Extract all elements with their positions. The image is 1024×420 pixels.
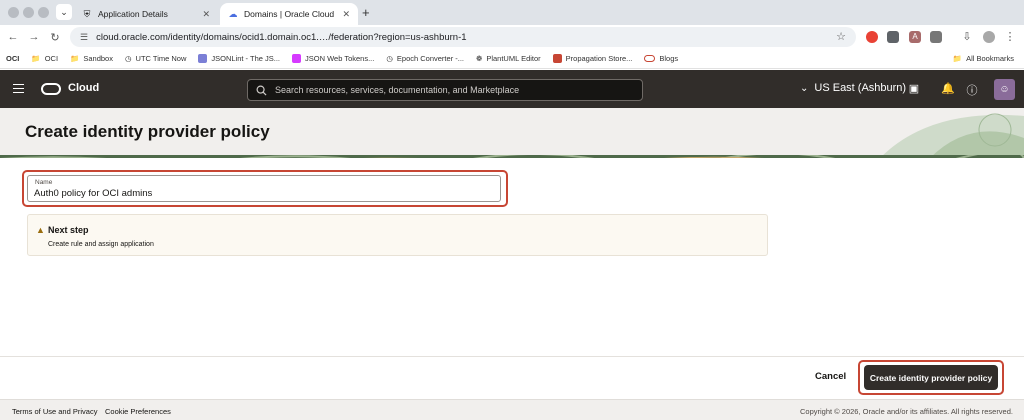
tab-search-chevron-icon[interactable]: ⌄	[56, 4, 72, 20]
bookmark-star-icon[interactable]: ☆	[836, 30, 846, 43]
bookmark-oci-prefix[interactable]: OCI	[6, 54, 19, 63]
chrome-extension-icon[interactable]	[866, 31, 878, 43]
bookmark-item[interactable]: ◷ Epoch Converter -...	[386, 54, 464, 63]
action-bar: Cancel Create identity provider policy	[0, 356, 1024, 399]
jwt-icon	[292, 54, 302, 63]
name-field-highlight	[22, 170, 508, 207]
bookmark-label: OCI	[6, 54, 20, 63]
user-avatar-icon[interactable]: ☺	[994, 79, 1015, 100]
tab-domains[interactable]: ☁ Domains | Oracle Cloud Infras ✕	[220, 3, 358, 25]
download-icon[interactable]: ⇩	[961, 31, 973, 43]
a-extension-icon[interactable]: A	[909, 31, 921, 43]
copyright-text: Copyright © 2026, Oracle and/or its affi…	[800, 407, 1013, 416]
search-icon	[256, 85, 267, 96]
bookmark-item[interactable]: ◷ UTC Time Now	[125, 54, 186, 63]
clock-icon: ◷	[386, 54, 393, 63]
notifications-bell-icon[interactable]: 🔔	[941, 82, 955, 95]
site-info-icon[interactable]: ☰	[80, 32, 88, 43]
reload-icon[interactable]: ↻	[48, 31, 62, 44]
create-button-highlight	[858, 360, 1004, 395]
bookmark-label: PlantUML Editor	[486, 54, 541, 63]
search-input[interactable]	[275, 85, 635, 95]
new-tab-icon[interactable]: +	[362, 5, 370, 20]
shield-icon: ⛨	[83, 8, 91, 19]
cloud-icon: ☁	[228, 8, 238, 19]
bookmark-item[interactable]: JSON Web Tokens...	[292, 54, 374, 63]
cloud-shell-icon[interactable]: ▣	[907, 82, 921, 95]
next-step-title: Next step	[48, 225, 89, 235]
jsonlint-icon	[198, 54, 208, 63]
folder-icon: 📁	[70, 54, 80, 63]
folder-icon: 📁	[952, 54, 963, 63]
cookie-preferences-link[interactable]: Cookie Preferences	[105, 407, 171, 416]
header-pattern-strip	[0, 151, 1024, 158]
bookmark-item[interactable]: Blogs	[644, 54, 678, 63]
bookmarks-bar: OCI 📁 OCI 📁 Sandbox ◷ UTC Time Now JSONLint…	[0, 49, 1024, 69]
cancel-button[interactable]: Cancel	[815, 371, 846, 382]
oci-header: Cloud ⌄ US East (Ashburn) ▣ 🔔 ⓘ ☺	[0, 70, 1024, 108]
clock-icon: ◷	[124, 54, 132, 63]
tab-title: Application Details	[98, 9, 168, 19]
form-content: Name ▲ Next step Create rule and assign …	[0, 158, 1024, 356]
propagation-icon	[552, 54, 562, 63]
all-bookmarks[interactable]: 📁 All Bookmarks	[953, 54, 1014, 63]
region-selector[interactable]: ⌄ US East (Ashburn)	[800, 82, 906, 94]
back-icon[interactable]: ←	[6, 31, 20, 43]
bookmark-label: Propagation Store...	[565, 54, 633, 63]
help-icon[interactable]: ⓘ	[965, 82, 979, 98]
bookmark-item[interactable]: JSONLint - The JS...	[198, 54, 280, 63]
plantuml-icon: ❁	[476, 54, 483, 63]
tab-application-details[interactable]: ⛨ Application Details ✕	[74, 3, 218, 25]
extensions-icon[interactable]	[930, 31, 942, 43]
oracle-logo-icon[interactable]	[41, 83, 61, 95]
bookmark-label: JSONLint - The JS...	[211, 54, 281, 63]
bookmark-label: UTC Time Now	[135, 54, 187, 63]
bookmark-item[interactable]: Propagation Store...	[552, 54, 633, 63]
bookmark-label: Sandbox	[83, 54, 113, 63]
close-icon[interactable]: ✕	[202, 9, 210, 20]
brand-name: Cloud	[68, 82, 100, 94]
tab-title: Domains | Oracle Cloud Infras	[244, 9, 336, 19]
terms-link[interactable]: Terms of Use and Privacy	[12, 407, 97, 416]
bookmark-item[interactable]: 📁 Sandbox	[70, 54, 113, 63]
chevron-down-icon: ⌄	[800, 82, 809, 94]
global-search[interactable]	[247, 79, 643, 101]
browser-toolbar: ← → ↻ ☰ cloud.oracle.com/identity/domain…	[0, 25, 1024, 49]
bookmark-item[interactable]: ❁ PlantUML Editor	[476, 54, 541, 63]
region-label: US East (Ashburn)	[814, 82, 907, 94]
oracle-icon	[644, 55, 656, 62]
address-bar[interactable]: ☰ cloud.oracle.com/identity/domains/ocid…	[70, 27, 856, 47]
url-text: cloud.oracle.com/identity/domains/ocid1.…	[96, 31, 467, 43]
all-bookmarks-label: All Bookmarks	[966, 54, 1014, 63]
profile-avatar-icon[interactable]	[983, 31, 995, 43]
window-close-control[interactable]	[8, 7, 19, 18]
bookmark-label: Epoch Converter -...	[396, 54, 465, 63]
page-footer: Terms of Use and Privacy Cookie Preferen…	[0, 399, 1024, 420]
puzzle-extension-icon[interactable]	[887, 31, 899, 43]
next-step-message: ▲ Next step Create rule and assign appli…	[27, 214, 768, 256]
bookmark-item[interactable]: 📁 OCI	[31, 54, 58, 63]
browser-tab-strip: ⌄ ⛨ Application Details ✕ ☁ Domains | Or…	[0, 0, 1024, 25]
page-title: Create identity provider policy	[25, 122, 270, 141]
forward-icon[interactable]: →	[27, 31, 41, 43]
bookmark-label: Blogs	[659, 54, 679, 63]
folder-icon: 📁	[31, 54, 41, 63]
more-menu-icon[interactable]: ⋮	[1004, 31, 1016, 43]
warning-icon: ▲	[36, 225, 45, 235]
hamburger-menu-icon[interactable]	[13, 84, 24, 93]
next-step-description: Create rule and assign application	[48, 241, 154, 248]
bookmark-label: JSON Web Tokens...	[305, 54, 375, 63]
window-zoom-control[interactable]	[38, 7, 49, 18]
close-icon[interactable]: ✕	[342, 9, 350, 20]
bookmark-label: OCI	[44, 54, 59, 63]
window-minimize-control[interactable]	[23, 7, 34, 18]
